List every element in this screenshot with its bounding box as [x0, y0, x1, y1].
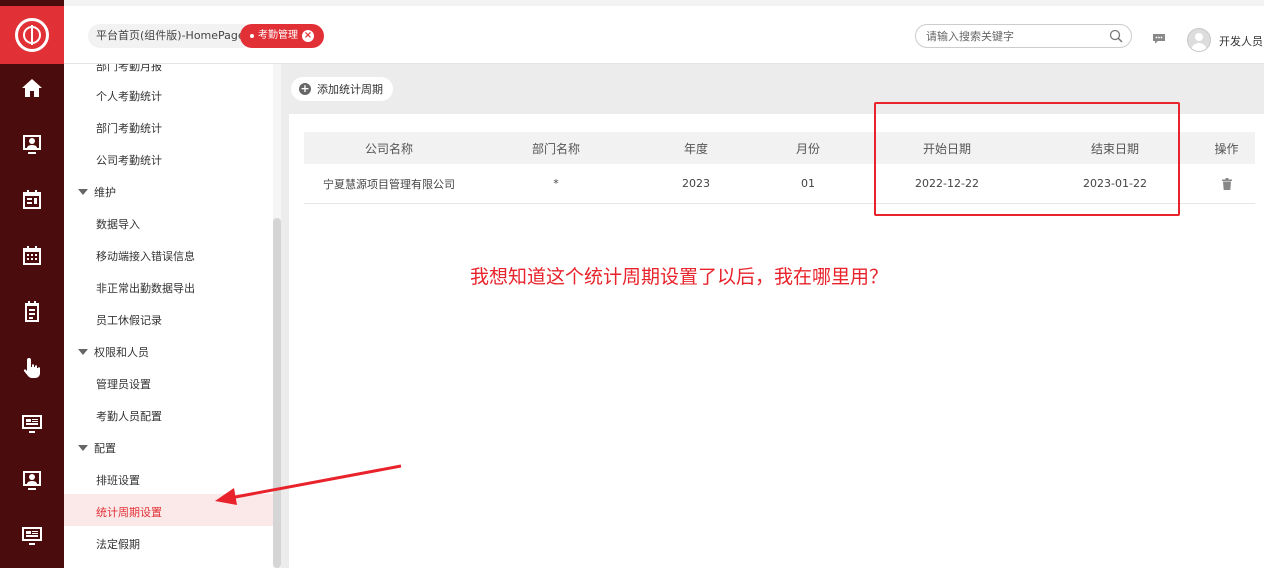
submenu-item-data-import[interactable]: 数据导入 — [96, 216, 140, 232]
plus-icon: + — [299, 82, 311, 95]
header-month: 月份 — [795, 141, 820, 156]
cell-actions — [1198, 164, 1255, 203]
touch-icon[interactable] — [20, 356, 44, 380]
user-card-icon[interactable] — [20, 468, 44, 492]
app-logo[interactable] — [0, 6, 64, 64]
submenu-item-company-stats[interactable]: 公司考勤统计 — [96, 152, 162, 168]
search-input[interactable] — [926, 25, 1106, 47]
app-root: 平台首页(组件版)-HomePage 考勤管理 × 开发人员 部门考勤月报 个人… — [0, 0, 1264, 568]
user-card-icon[interactable] — [20, 132, 44, 156]
tab-attendance[interactable]: 考勤管理 × — [240, 24, 324, 48]
top-header: 平台首页(组件版)-HomePage 考勤管理 × 开发人员 — [64, 0, 1264, 64]
monitor-icon[interactable] — [20, 412, 44, 436]
cell-year: 2023 — [682, 177, 710, 190]
header-company: 公司名称 — [364, 141, 413, 156]
submenu-item-admin-settings[interactable]: 管理员设置 — [96, 376, 151, 392]
tab-home[interactable]: 平台首页(组件版)-HomePage — [88, 24, 253, 48]
trash-icon[interactable] — [1221, 177, 1232, 190]
group-label: 维护 — [94, 186, 116, 199]
calendar-grid-icon[interactable] — [20, 244, 44, 268]
search-box — [915, 24, 1132, 48]
submenu-item-shift-settings[interactable]: 排班设置 — [96, 472, 140, 488]
cell-month: 01 — [801, 177, 815, 190]
icon-rail — [0, 0, 64, 568]
annotation-highlight-box — [874, 102, 1180, 216]
monitor-icon[interactable] — [20, 524, 44, 548]
add-period-button[interactable]: + 添加统计周期 — [291, 77, 393, 101]
submenu-item-staff-config[interactable]: 考勤人员配置 — [96, 408, 162, 424]
submenu-item-personal-stats[interactable]: 个人考勤统计 — [96, 88, 162, 104]
annotation-arrow-icon — [215, 464, 402, 505]
submenu-item-leave-records[interactable]: 员工休假记录 — [96, 312, 162, 328]
caret-down-icon — [78, 349, 88, 355]
submenu-group-config[interactable]: 配置 — [78, 440, 116, 456]
home-icon[interactable] — [20, 76, 44, 100]
header-year: 年度 — [683, 141, 708, 156]
cell-company: 宁夏慧源项目管理有限公司 — [323, 177, 455, 191]
group-label: 权限和人员 — [94, 346, 149, 359]
annotation-question: 我想知道这个统计周期设置了以后，我在哪里用？ — [470, 266, 889, 288]
submenu-item-mobile-errors[interactable]: 移动端接入错误信息 — [96, 248, 195, 264]
calendar-list-icon[interactable] — [20, 188, 44, 212]
message-icon[interactable] — [1152, 33, 1166, 44]
user-name[interactable]: 开发人员 — [1219, 33, 1263, 49]
submenu-scrollbar-thumb[interactable] — [273, 218, 281, 568]
close-icon[interactable]: × — [302, 30, 314, 42]
tab-attendance-label: 考勤管理 — [258, 30, 298, 41]
submenu-group-permissions[interactable]: 权限和人员 — [78, 344, 149, 360]
submenu-item-dept-monthly[interactable]: 部门考勤月报 — [96, 64, 162, 74]
add-period-label: 添加统计周期 — [317, 83, 383, 96]
submenu-group-maintain[interactable]: 维护 — [78, 184, 116, 200]
submenu-item-dept-stats[interactable]: 部门考勤统计 — [96, 120, 162, 136]
group-label: 配置 — [94, 442, 116, 455]
caret-down-icon — [78, 445, 88, 451]
cell-department: * — [553, 177, 559, 190]
header-department: 部门名称 — [531, 141, 580, 156]
avatar[interactable] — [1187, 28, 1211, 52]
search-icon[interactable] — [1109, 29, 1123, 43]
submenu-item-abnormal-export[interactable]: 非正常出勤数据导出 — [96, 280, 195, 296]
submenu-item-holidays[interactable]: 法定假期 — [96, 536, 140, 552]
caret-down-icon — [78, 189, 88, 195]
header-actions: 操作 — [1214, 141, 1239, 156]
logo-mark-icon — [15, 18, 49, 52]
active-dot-icon — [250, 34, 254, 38]
submenu-item-period-settings[interactable]: 统计周期设置 — [96, 504, 162, 520]
notepad-icon[interactable] — [20, 300, 44, 324]
